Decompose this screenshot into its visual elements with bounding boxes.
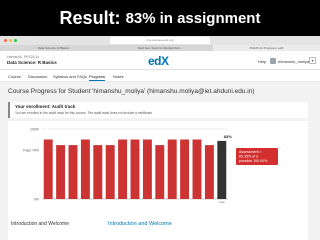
user-menu-name[interactable]: himanshu_moliya [278, 59, 309, 64]
progress-chart-panel: 0% Pass 70% 100% Total 83% Assessment = 83.35%… [8, 121, 308, 218]
chart-bar [167, 139, 177, 199]
headline-strong: Result: [59, 7, 121, 28]
minimize-window-icon[interactable] [9, 39, 12, 42]
chart-bar [80, 139, 90, 199]
user-avatar-icon[interactable] [270, 58, 276, 64]
chart-bar [56, 145, 66, 199]
progress-chart: 0% Pass 70% 100% Total 83% Assessment =83.35%… [23, 128, 278, 204]
enrollment-text: You are enrolled in the audit track for … [15, 111, 153, 115]
chart-bar [204, 145, 214, 199]
chart-bar [93, 145, 103, 199]
chart-bar [43, 139, 53, 199]
tooltip-line: possible 100.00% [239, 159, 268, 163]
enrollment-notice: Your enrollment: Audit track You are enr… [8, 102, 308, 118]
y-tick-label: 100% [30, 128, 39, 132]
page-title: Course Progress for Student 'himanshu_mo… [8, 88, 255, 95]
tooltip-line: 83.35% of a [239, 155, 258, 159]
y-tick-label: Pass 70% [23, 149, 39, 153]
enrollment-title: Your enrollment: Audit track [15, 104, 76, 109]
chart-bar [192, 139, 202, 199]
tab-progress[interactable]: Progress [89, 72, 106, 81]
course-nav: Course Discussion Syllabus and FAQs Prog… [0, 70, 320, 82]
chart-bar [105, 145, 115, 199]
headline-rest: in assignment [159, 9, 261, 27]
section-left-title[interactable]: Introduction and Welcome [11, 221, 69, 228]
site-header: HarvardX: PH125.1x Data Science: R Basic… [0, 51, 320, 70]
address-bar[interactable]: lms.courses.edx.org [110, 37, 210, 44]
tab-course[interactable]: Course [8, 72, 21, 81]
course-org: HarvardX: PH125.1x [7, 55, 40, 59]
logo-text: edX [148, 54, 169, 68]
help-link[interactable]: Help [258, 59, 266, 64]
headline-accent: 83% [125, 9, 156, 27]
edx-logo[interactable]: edX [148, 54, 169, 68]
section-list: Introduction and Welcome Introduction an… [8, 218, 308, 240]
close-window-icon[interactable] [4, 39, 7, 42]
main-content: Course Progress for Student 'himanshu_mo… [0, 82, 320, 240]
chart-bar [118, 139, 128, 199]
slide-headline: Result: 83% in assignment [0, 0, 320, 36]
chart-bar [142, 139, 152, 199]
chart-bar [217, 140, 227, 199]
tab-syllabus[interactable]: Syllabus and FAQs [53, 72, 87, 81]
x-tick-label: Total [219, 200, 225, 204]
maximize-window-icon[interactable] [14, 39, 17, 42]
tooltip-line: Assessment = [239, 150, 262, 154]
chart-bar [180, 139, 190, 199]
chevron-down-icon[interactable]: ▾ [309, 57, 316, 64]
chart-bar [155, 145, 165, 199]
tab-discussion[interactable]: Discussion [28, 72, 47, 81]
browser-toolbar: lms.courses.edx.org [0, 36, 320, 45]
y-tick-label: 0% [34, 198, 39, 202]
chart-bar [68, 145, 78, 199]
course-name[interactable]: Data Science: R Basics [7, 60, 57, 65]
tab-notes[interactable]: Notes [113, 72, 123, 81]
section-right-title[interactable]: Introduction and Welcome [108, 221, 172, 227]
total-value-label: 83% [224, 134, 232, 139]
chart-bar [130, 139, 140, 199]
